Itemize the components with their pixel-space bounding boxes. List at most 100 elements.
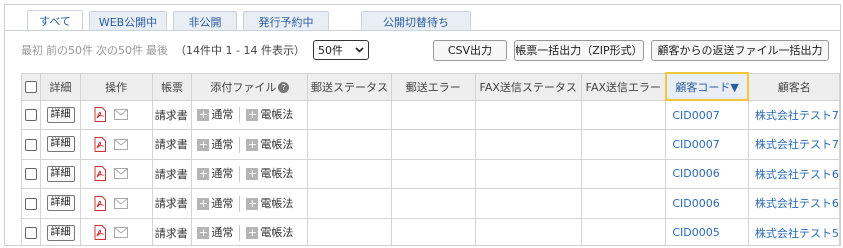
row-customer-name-link[interactable]: 株式会社テスト6 xyxy=(747,188,840,219)
csv-export-button[interactable]: CSV出力 xyxy=(432,39,507,61)
row-fax-status-cell xyxy=(474,99,582,130)
page-size-select[interactable]: 50件 xyxy=(312,40,369,60)
tab-all[interactable]: すべて xyxy=(27,10,83,31)
select-all-checkbox[interactable] xyxy=(25,81,38,93)
tab-web-published[interactable]: WEB公開中 xyxy=(89,11,167,31)
row-customer-code-link[interactable]: CID0006 xyxy=(665,158,749,189)
row-mail-status-cell xyxy=(307,158,392,189)
table-row: 詳細 請求書 + 通常 + 電帳法 CID0007 株式会社テスト7 xyxy=(20,129,840,160)
row-ops-cell xyxy=(79,188,153,219)
row-select-cell xyxy=(20,158,42,189)
attach-divider xyxy=(239,136,241,153)
table-row: 詳細 請求書 + 通常 + 電帳法 CID0006 株式会社テスト6 xyxy=(20,188,840,219)
attach-denchoho-label[interactable]: 電帳法 xyxy=(260,226,293,239)
row-customer-code-link[interactable]: CID0006 xyxy=(665,188,749,219)
table-row: 詳細 請求書 + 通常 + 電帳法 CID0007 株式会社テスト7 xyxy=(20,99,840,130)
attach-normal-label[interactable]: 通常 xyxy=(211,167,233,180)
attach-denchoho-label[interactable]: 電帳法 xyxy=(260,167,293,180)
plus-icon[interactable]: + xyxy=(197,138,210,151)
envelope-icon[interactable] xyxy=(114,109,129,121)
tab-scheduled[interactable]: 発行予約中 xyxy=(243,11,329,31)
row-attachments-cell: + 通常 + 電帳法 xyxy=(191,158,309,189)
chevron-down-icon xyxy=(355,47,364,53)
plus-icon[interactable]: + xyxy=(246,109,259,122)
attach-divider xyxy=(239,195,241,212)
list-toolbar: 最初 前の50件 次の50件 最後 （14件中 1 - 14 件表示） 50件 CSV… xyxy=(21,39,834,61)
plus-icon[interactable]: + xyxy=(246,227,259,240)
row-customer-code-link[interactable]: CID0005 xyxy=(665,217,749,245)
row-form-cell: 請求書 xyxy=(151,99,193,130)
attach-normal-label[interactable]: 通常 xyxy=(211,226,233,239)
help-circle-icon[interactable]: ? xyxy=(278,82,290,93)
row-customer-code-link[interactable]: CID0007 xyxy=(665,99,749,130)
row-customer-name-link[interactable]: 株式会社テスト7 xyxy=(747,129,840,160)
envelope-icon[interactable] xyxy=(114,168,129,180)
plus-icon[interactable]: + xyxy=(197,197,210,210)
row-customer-code-link[interactable]: CID0007 xyxy=(665,129,749,160)
row-checkbox[interactable] xyxy=(25,109,38,122)
row-mail-error-cell xyxy=(390,158,476,189)
row-fax-status-cell xyxy=(474,188,582,219)
col-mail-status: 郵送ステータス xyxy=(307,72,392,101)
col-customer-code[interactable]: 顧客コード▼ xyxy=(664,72,750,101)
pdf-icon[interactable] xyxy=(93,136,107,152)
row-detail-cell: 詳細 xyxy=(40,217,81,245)
row-ops-cell xyxy=(79,99,153,130)
col-customer-name[interactable]: 顧客名 xyxy=(747,72,840,101)
plus-icon[interactable]: + xyxy=(246,197,259,210)
plus-icon[interactable]: + xyxy=(246,168,259,181)
row-ops-cell xyxy=(79,129,153,160)
plus-icon[interactable]: + xyxy=(197,227,210,240)
attach-normal-label[interactable]: 通常 xyxy=(211,138,233,151)
col-fax-error: FAX送信エラー xyxy=(580,72,667,101)
col-mail-error: 郵送エラー xyxy=(390,72,476,101)
row-mail-status-cell xyxy=(307,217,392,245)
row-customer-name-link[interactable]: 株式会社テスト6 xyxy=(747,158,840,189)
detail-button[interactable]: 詳細 xyxy=(46,136,75,153)
row-checkbox[interactable] xyxy=(25,197,38,210)
select-all-cell xyxy=(20,72,42,101)
plus-icon[interactable]: + xyxy=(197,109,210,122)
row-fax-error-cell xyxy=(580,99,667,130)
attach-denchoho-label[interactable]: 電帳法 xyxy=(260,108,293,121)
pager-first[interactable]: 最初 xyxy=(21,44,43,57)
detail-button[interactable]: 詳細 xyxy=(46,195,75,212)
pager-last[interactable]: 最後 xyxy=(146,44,168,57)
envelope-icon[interactable] xyxy=(114,197,129,209)
row-customer-name-link[interactable]: 株式会社テスト7 xyxy=(747,99,840,130)
col-detail: 詳細 xyxy=(40,72,81,101)
plus-icon[interactable]: + xyxy=(197,168,210,181)
row-ops-cell xyxy=(79,158,153,189)
pager-next[interactable]: 次の50件 xyxy=(96,44,143,57)
envelope-icon[interactable] xyxy=(114,227,129,239)
attach-normal-label[interactable]: 通常 xyxy=(211,108,233,121)
row-select-cell xyxy=(20,217,42,245)
row-checkbox[interactable] xyxy=(25,138,38,151)
row-select-cell xyxy=(20,188,42,219)
pdf-icon[interactable] xyxy=(93,225,107,241)
tab-pending-switch[interactable]: 公開切替待ち xyxy=(361,11,471,31)
row-fax-error-cell xyxy=(580,158,667,189)
detail-button[interactable]: 詳細 xyxy=(46,224,75,241)
row-fax-status-cell xyxy=(474,158,582,189)
row-checkbox[interactable] xyxy=(25,168,38,181)
returned-files-export-button[interactable]: 顧客からの返送ファイル一括出力 xyxy=(650,39,829,61)
plus-icon[interactable]: + xyxy=(246,138,259,151)
detail-button[interactable]: 詳細 xyxy=(46,106,75,123)
envelope-icon[interactable] xyxy=(114,138,129,150)
row-detail-cell: 詳細 xyxy=(40,129,81,160)
pager-prev[interactable]: 前の50件 xyxy=(46,44,93,57)
invoice-table: 詳細 操作 帳票 添付ファイル? 郵送ステータス 郵送エラー FAX送信ステータ… xyxy=(20,72,840,245)
zip-export-button[interactable]: 帳票一括出力（ZIP形式） xyxy=(513,39,644,61)
row-customer-name-link[interactable]: 株式会社テスト5 xyxy=(747,217,840,245)
pdf-icon[interactable] xyxy=(93,166,107,182)
attach-denchoho-label[interactable]: 電帳法 xyxy=(260,197,293,210)
pdf-icon[interactable] xyxy=(93,195,107,211)
status-tabs: すべて WEB公開中 非公開 発行予約中 公開切替待ち xyxy=(27,10,477,31)
tab-unpublished[interactable]: 非公開 xyxy=(173,11,237,31)
attach-denchoho-label[interactable]: 電帳法 xyxy=(260,138,293,151)
attach-normal-label[interactable]: 通常 xyxy=(211,197,233,210)
detail-button[interactable]: 詳細 xyxy=(46,165,75,182)
row-checkbox[interactable] xyxy=(25,227,38,240)
pdf-icon[interactable] xyxy=(93,107,107,123)
